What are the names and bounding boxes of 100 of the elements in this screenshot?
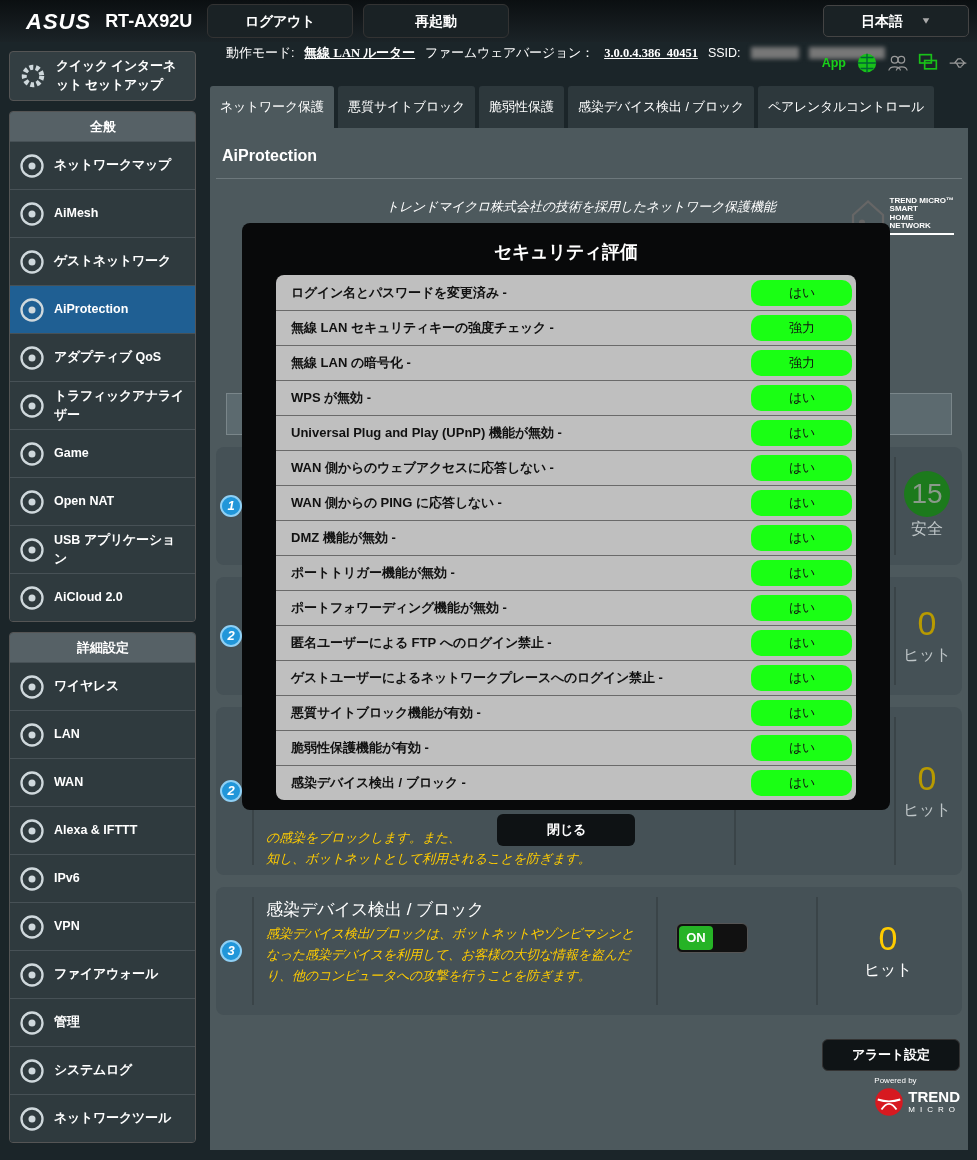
brand-name: TREND [908,1088,960,1104]
description-line: の感染をブロックします。また、 [266,829,461,847]
card-title: 感染デバイス検出 / ブロック [266,899,486,921]
result-badge: はい [751,525,852,551]
people-icon [888,53,908,73]
check-label: 無線 LAN セキュリティキーの強度チェック - [291,319,554,338]
tab[interactable]: 悪質サイトブロック [338,86,475,128]
number-badge: 3 [220,940,242,962]
result-badge: はい [751,420,852,446]
language-select[interactable]: 日本語 [823,5,969,37]
card-description: 感染デバイス検出/ブロックは、ボットネットやゾンビマシンとなった感染デバイスを利用して、お客様の大切な情報を盗んだり、他のコンピュータへの攻撃を行うことを防ぎます。 [266,924,635,986]
brand-sub: MICRO [908,1103,960,1116]
tab[interactable]: 感染デバイス検出 / ブロック [568,86,755,128]
circle-icon [18,960,46,989]
check-label: 匿名ユーザーによる FTP へのログイン禁止 - [291,634,552,653]
description-line: 知し、ボットネットとして利用されることを防ぎます。 [266,850,591,869]
check-label: WPS が無効 - [291,389,372,408]
circle-icon [18,768,46,797]
app-link[interactable]: App [821,53,846,73]
check-label: 無線 LAN の暗号化 - [291,354,411,373]
circle-icon [18,295,46,324]
circle-icon [18,1104,46,1133]
panel-title: AiProtection [216,144,962,179]
score-value: 15 [904,471,950,517]
circle-icon [18,816,46,845]
result-badge: はい [751,700,852,726]
intro-text: トレンドマイクロ株式会社の技術を採用したネットワーク保護機能 [386,198,776,216]
check-label: 感染デバイス検出 / ブロック - [291,774,466,793]
logo: ASUS [26,7,92,36]
quick-setup-button[interactable]: クイック インターネット セットアップ [9,51,196,101]
tab[interactable]: ネットワーク保護 [210,86,334,128]
firmware-link[interactable]: 3.0.0.4.386_40451 [604,44,698,63]
sidebar-item[interactable]: AiProtection [10,285,195,333]
check-label: WAN 側からの PING に応答しない - [291,494,502,513]
circle-icon [18,912,46,941]
monitor-icon [918,53,938,73]
result-badge: はい [751,595,852,621]
section-header: 全般 [10,112,195,141]
circle-icon [18,439,46,468]
check-label: 悪質サイトブロック機能が有効 - [291,704,481,723]
result-badge: はい [751,630,852,656]
check-label: DMZ 機能が無効 - [291,529,396,548]
check-label: ポートトリガー機能が無効 - [291,564,455,583]
check-label: Universal Plug and Play (UPnP) 機能が無効 - [291,424,562,443]
check-label: ゲストユーザーによるネットワークプレースへのログイン禁止 - [291,669,663,688]
hit-count: 0 [917,605,937,643]
circle-icon [18,199,46,228]
circle-icon [18,535,46,564]
hit-count: 0 [917,760,937,798]
blurred-text [750,47,799,59]
alert-settings-button[interactable]: アラート設定 [822,1039,960,1071]
circle-icon [18,1008,46,1037]
circle-icon [18,583,46,612]
check-label: 脆弱性保護機能が有効 - [291,739,429,758]
circle-icon [18,864,46,893]
tab[interactable]: 脆弱性保護 [479,86,564,128]
stat-label: ヒット [903,799,951,820]
close-button[interactable]: 閉じる [497,814,635,846]
result-badge: はい [751,735,852,761]
circle-icon [18,720,46,749]
ssid-label: SSID: [707,45,741,62]
check-label: ログイン名とパスワードを変更済み - [291,283,507,302]
result-badge: 強力 [751,350,852,376]
tab[interactable]: ペアレンタルコントロール [758,86,935,128]
mode-link[interactable]: 無線 LAN ルーター [304,44,416,63]
dialog-title: セキュリティ評価 [493,241,639,264]
check-label: WAN 側からのウェブアクセスに応答しない - [291,459,554,478]
sidebar-item[interactable]: AiCloud 2.0 [10,573,195,621]
circle-icon [18,391,46,420]
result-badge: 強力 [751,315,852,341]
sidebar-item[interactable]: ネットワークツール [10,1094,195,1142]
circle-icon [18,1056,46,1085]
number-badge: 2 [220,625,242,647]
ball-icon [874,1087,905,1117]
globe-icon [856,52,878,74]
header-button[interactable]: ログアウト [207,4,354,38]
firmware-label: ファームウェアバージョン： [425,45,595,62]
powered-by-text: Powered by [874,1075,918,1087]
result-badge: はい [751,770,852,796]
result-badge: はい [751,279,852,306]
circle-icon [18,343,46,372]
mode-label: 動作モード: [226,45,295,62]
result-badge: はい [751,560,852,586]
circle-icon [18,151,46,180]
circle-icon [18,672,46,701]
number-badge: 1 [220,495,242,517]
stat-label: 安全 [911,519,943,539]
caret-icon [921,17,931,25]
header-button[interactable]: 再起動 [363,4,510,38]
stat-label: ヒット [903,644,951,665]
model-name: RT-AX92U [105,9,194,33]
stat-label: ヒット [864,959,912,980]
result-badge: はい [751,490,852,516]
circle-icon [18,247,46,276]
number-badge: 2 [220,780,242,802]
result-badge: はい [751,385,852,411]
result-badge: はい [751,665,852,691]
section-header: 詳細設定 [10,633,195,662]
result-badge: はい [751,455,852,481]
hit-count: 0 [878,920,898,958]
